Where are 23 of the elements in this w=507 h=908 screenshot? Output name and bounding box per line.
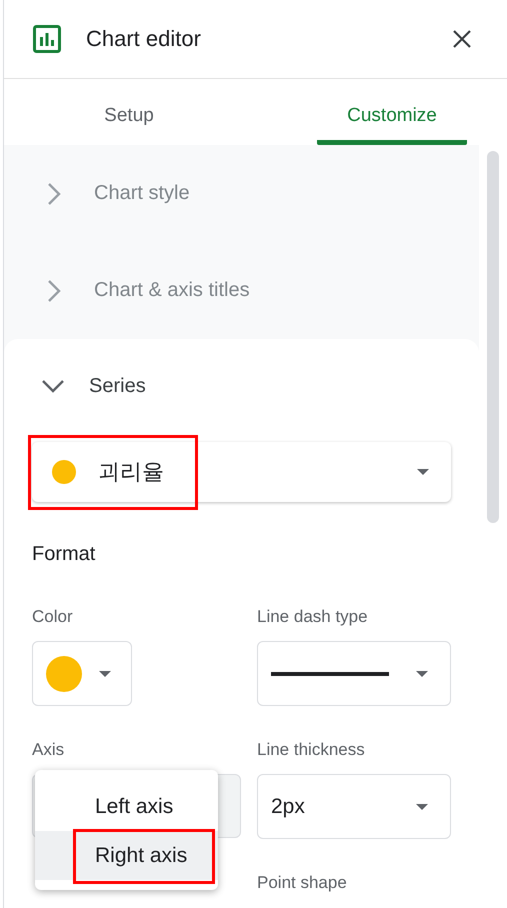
caret-icon: [416, 804, 428, 810]
tab[interactable]: Setup: [54, 79, 204, 145]
menu-item[interactable]: Left axis: [35, 782, 218, 831]
section-heading: Format: [32, 543, 96, 566]
close-icon: [453, 30, 471, 48]
field-label: Color: [32, 607, 74, 627]
scrollbar[interactable]: [487, 151, 499, 523]
series-name: 괴리율: [98, 458, 165, 486]
line-thickness-dropdown[interactable]: 2px: [257, 774, 451, 839]
color-picker[interactable]: [32, 641, 132, 706]
menu-item[interactable]: Right axis: [35, 831, 218, 880]
caret-icon: [417, 469, 429, 475]
field-label: Point shape: [257, 873, 348, 893]
caret-icon: [416, 670, 428, 676]
section-header[interactable]: Series: [32, 339, 457, 433]
window-title: Chart editor: [86, 26, 202, 52]
field-label: Line thickness: [257, 740, 366, 760]
caret-icon: [99, 670, 111, 676]
field-label: Axis: [32, 740, 66, 760]
line-dash-dropdown[interactable]: [257, 641, 451, 706]
field-label: Line dash type: [257, 607, 369, 627]
series-dropdown[interactable]: 괴리율: [32, 442, 451, 502]
chart-icon: [33, 25, 61, 53]
